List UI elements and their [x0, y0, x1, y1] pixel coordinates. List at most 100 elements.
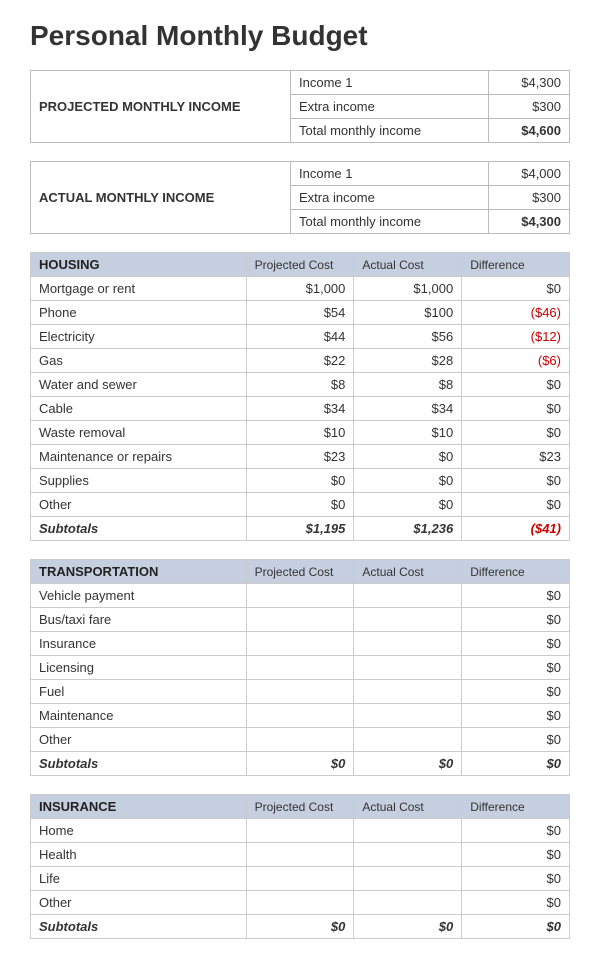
insurance-row-1-diff: $0: [462, 843, 570, 867]
table-row: Waste removal $10 $10 $0: [31, 421, 570, 445]
insurance-subtotal-row: Subtotals $0 $0 $0: [31, 915, 570, 939]
table-row: Other $0 $0 $0: [31, 493, 570, 517]
housing-row-9-projected: $0: [246, 493, 354, 517]
insurance-row-2-name: Life: [31, 867, 247, 891]
insurance-subtotal-actual: $0: [354, 915, 462, 939]
housing-row-2-actual: $56: [354, 325, 462, 349]
table-row: Licensing $0: [31, 656, 570, 680]
actual-income-table: ACTUAL MONTHLY INCOME Income 1 $4,000 Ex…: [30, 161, 570, 234]
insurance-row-2-diff: $0: [462, 867, 570, 891]
insurance-col-diff: Difference: [462, 795, 570, 819]
insurance-row-0-projected: [246, 819, 354, 843]
transportation-row-2-name: Insurance: [31, 632, 247, 656]
housing-row-9-diff: $0: [462, 493, 570, 517]
table-row: Insurance $0: [31, 632, 570, 656]
insurance-row-0-actual: [354, 819, 462, 843]
housing-row-6-actual: $10: [354, 421, 462, 445]
actual-income-section: ACTUAL MONTHLY INCOME Income 1 $4,000 Ex…: [30, 161, 570, 234]
transportation-row-1-diff: $0: [462, 608, 570, 632]
table-row: Fuel $0: [31, 680, 570, 704]
insurance-section: INSURANCE Projected Cost Actual Cost Dif…: [30, 794, 570, 939]
housing-section: HOUSING Projected Cost Actual Cost Diffe…: [30, 252, 570, 541]
projected-income-total-value: $4,600: [489, 119, 570, 143]
transportation-row-3-actual: [354, 656, 462, 680]
transportation-table: TRANSPORTATION Projected Cost Actual Cos…: [30, 559, 570, 776]
transportation-row-5-name: Maintenance: [31, 704, 247, 728]
insurance-row-3-diff: $0: [462, 891, 570, 915]
insurance-row-1-projected: [246, 843, 354, 867]
housing-row-0-name: Mortgage or rent: [31, 277, 247, 301]
transportation-row-6-actual: [354, 728, 462, 752]
table-row: Bus/taxi fare $0: [31, 608, 570, 632]
transportation-row-0-actual: [354, 584, 462, 608]
insurance-subtotal-name: Subtotals: [31, 915, 247, 939]
housing-row-4-actual: $8: [354, 373, 462, 397]
insurance-header-row: INSURANCE Projected Cost Actual Cost Dif…: [31, 795, 570, 819]
housing-row-1-name: Phone: [31, 301, 247, 325]
transportation-row-4-actual: [354, 680, 462, 704]
housing-row-5-projected: $34: [246, 397, 354, 421]
transportation-row-2-diff: $0: [462, 632, 570, 656]
transportation-row-4-projected: [246, 680, 354, 704]
housing-row-5-name: Cable: [31, 397, 247, 421]
transportation-col-projected: Projected Cost: [246, 560, 354, 584]
transportation-subtotal-diff: $0: [462, 752, 570, 776]
table-row: Maintenance or repairs $23 $0 $23: [31, 445, 570, 469]
table-row: Health $0: [31, 843, 570, 867]
projected-income-row-2-name: Extra income: [291, 95, 489, 119]
table-row: Mortgage or rent $1,000 $1,000 $0: [31, 277, 570, 301]
insurance-row-3-projected: [246, 891, 354, 915]
projected-income-row-1-name: Income 1: [291, 71, 489, 95]
housing-row-6-name: Waste removal: [31, 421, 247, 445]
housing-row-0-projected: $1,000: [246, 277, 354, 301]
housing-col-actual: Actual Cost: [354, 253, 462, 277]
housing-header-label: HOUSING: [31, 253, 247, 277]
housing-row-4-name: Water and sewer: [31, 373, 247, 397]
insurance-row-2-actual: [354, 867, 462, 891]
insurance-row-3-name: Other: [31, 891, 247, 915]
housing-subtotal-diff: ($41): [462, 517, 570, 541]
housing-row-1-actual: $100: [354, 301, 462, 325]
transportation-row-4-name: Fuel: [31, 680, 247, 704]
transportation-row-1-actual: [354, 608, 462, 632]
transportation-row-6-name: Other: [31, 728, 247, 752]
transportation-row-3-name: Licensing: [31, 656, 247, 680]
insurance-subtotal-projected: $0: [246, 915, 354, 939]
housing-row-7-actual: $0: [354, 445, 462, 469]
table-row: Phone $54 $100 ($46): [31, 301, 570, 325]
table-row: Home $0: [31, 819, 570, 843]
transportation-col-diff: Difference: [462, 560, 570, 584]
transportation-row-2-actual: [354, 632, 462, 656]
actual-income-row-2-name: Extra income: [291, 186, 489, 210]
transportation-header-label: TRANSPORTATION: [31, 560, 247, 584]
insurance-row-0-diff: $0: [462, 819, 570, 843]
transportation-col-actual: Actual Cost: [354, 560, 462, 584]
housing-row-0-actual: $1,000: [354, 277, 462, 301]
housing-row-8-name: Supplies: [31, 469, 247, 493]
housing-row-1-diff: ($46): [462, 301, 570, 325]
housing-row-8-diff: $0: [462, 469, 570, 493]
projected-income-table: PROJECTED MONTHLY INCOME Income 1 $4,300…: [30, 70, 570, 143]
table-row: Supplies $0 $0 $0: [31, 469, 570, 493]
table-row: Electricity $44 $56 ($12): [31, 325, 570, 349]
transportation-row-5-projected: [246, 704, 354, 728]
housing-subtotal-name: Subtotals: [31, 517, 247, 541]
transportation-subtotal-actual: $0: [354, 752, 462, 776]
insurance-row-1-actual: [354, 843, 462, 867]
projected-income-label: PROJECTED MONTHLY INCOME: [31, 71, 291, 143]
transportation-subtotal-projected: $0: [246, 752, 354, 776]
housing-table: HOUSING Projected Cost Actual Cost Diffe…: [30, 252, 570, 541]
housing-row-3-actual: $28: [354, 349, 462, 373]
insurance-row-0-name: Home: [31, 819, 247, 843]
housing-row-8-actual: $0: [354, 469, 462, 493]
housing-row-2-name: Electricity: [31, 325, 247, 349]
housing-row-4-diff: $0: [462, 373, 570, 397]
actual-income-label: ACTUAL MONTHLY INCOME: [31, 162, 291, 234]
table-row: Maintenance $0: [31, 704, 570, 728]
insurance-header-label: INSURANCE: [31, 795, 247, 819]
transportation-row-3-projected: [246, 656, 354, 680]
table-row: Water and sewer $8 $8 $0: [31, 373, 570, 397]
housing-row-7-diff: $23: [462, 445, 570, 469]
housing-subtotal-actual: $1,236: [354, 517, 462, 541]
housing-subtotal-projected: $1,195: [246, 517, 354, 541]
